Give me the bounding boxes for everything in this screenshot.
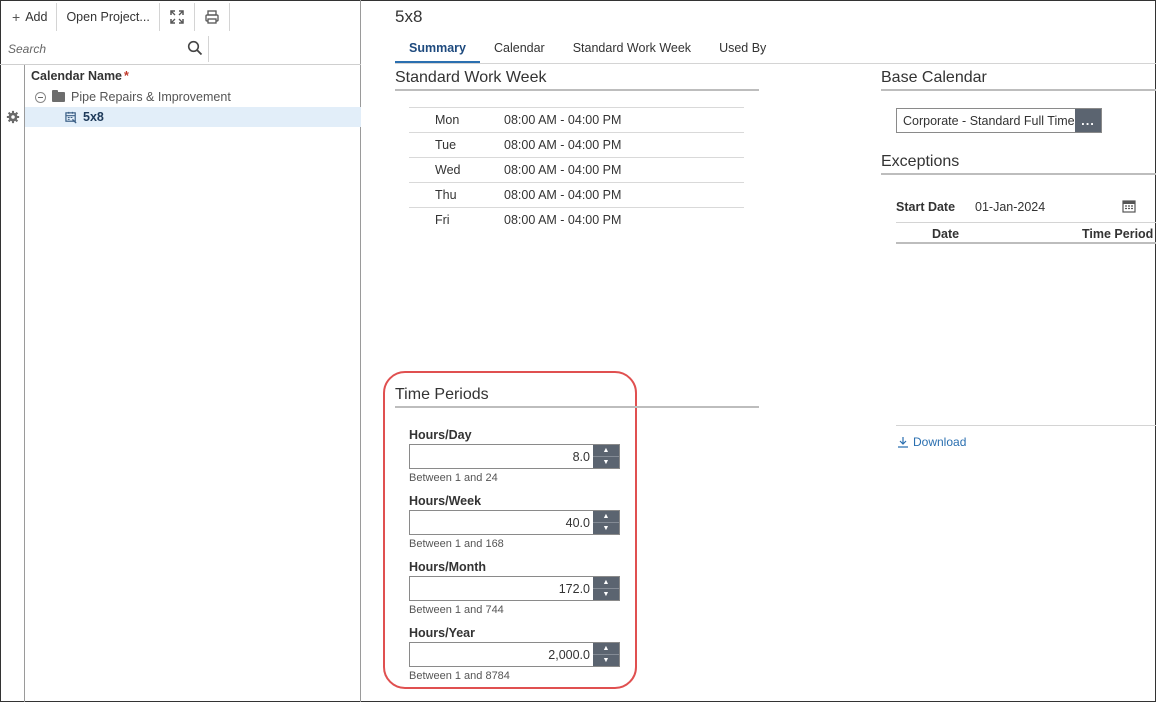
date-picker-icon[interactable]	[1122, 199, 1136, 213]
exceptions-title: Exceptions	[881, 153, 960, 170]
print-icon	[205, 10, 219, 24]
download-label: Download	[913, 435, 967, 449]
decrement-button[interactable]: ▼	[593, 523, 619, 534]
spinner-buttons: ▲ ▼	[593, 511, 619, 534]
open-project-label: Open Project...	[66, 10, 150, 24]
decrement-button[interactable]: ▼	[593, 589, 619, 600]
increment-button[interactable]: ▲	[593, 643, 619, 655]
start-date-value[interactable]: 01-Jan-2024	[975, 200, 1045, 214]
spinner-buttons: ▲ ▼	[593, 577, 619, 600]
base-calendar-field: Corporate - Standard Full Time ...	[896, 108, 1102, 133]
day-cell: Mon	[435, 113, 460, 127]
column-header-date[interactable]: Date	[932, 227, 959, 241]
hours-week-input[interactable]	[410, 511, 593, 534]
table-row: Tue 08:00 AM - 04:00 PM	[409, 132, 744, 157]
column-header-calendar-name[interactable]: Calendar Name *	[31, 69, 129, 83]
table-row: Thu 08:00 AM - 04:00 PM	[409, 182, 744, 207]
decrement-button[interactable]: ▼	[593, 655, 619, 666]
search-row	[0, 36, 209, 62]
expand-icon	[170, 10, 184, 24]
hours-day-input[interactable]	[410, 445, 593, 468]
table-row: Mon 08:00 AM - 04:00 PM	[409, 107, 744, 132]
table-row: Wed 08:00 AM - 04:00 PM	[409, 157, 744, 182]
spinner-buttons: ▲ ▼	[593, 445, 619, 468]
add-label: Add	[25, 10, 48, 24]
hours-year-hint: Between 1 and 8784	[409, 670, 510, 682]
hours-week-stepper: ▲ ▼	[409, 510, 620, 535]
hours-day-label: Hours/Day	[409, 428, 472, 442]
hours-month-stepper: ▲ ▼	[409, 576, 620, 601]
tab-used-by[interactable]: Used By	[705, 36, 780, 64]
hours-week-label: Hours/Week	[409, 494, 482, 508]
download-link[interactable]: Download	[897, 435, 966, 449]
section-divider	[881, 89, 1156, 91]
search-icon[interactable]	[187, 40, 203, 56]
exceptions-divider	[896, 222, 1156, 223]
hours-month-input[interactable]	[410, 577, 593, 600]
section-divider	[395, 406, 759, 408]
toolbar: + Add Open Project...	[0, 0, 361, 34]
hours-month-hint: Between 1 and 744	[409, 604, 504, 616]
browse-button[interactable]: ...	[1075, 109, 1101, 132]
hours-day-stepper: ▲ ▼	[409, 444, 620, 469]
add-button[interactable]: + Add	[0, 3, 58, 31]
tab-bar: Summary Calendar Standard Work Week Used…	[395, 36, 780, 64]
tab-calendar[interactable]: Calendar	[480, 36, 559, 64]
open-project-button[interactable]: Open Project...	[57, 3, 160, 31]
gear-icon[interactable]	[6, 110, 20, 124]
tabs-divider	[395, 63, 1156, 64]
hours-day-hint: Between 1 and 24	[409, 472, 498, 484]
calendar-tree: Calendar Name * Pipe Repairs & Improvemen…	[24, 65, 361, 702]
folder-label: Pipe Repairs & Improvement	[71, 90, 231, 104]
base-calendar-title: Base Calendar	[881, 69, 987, 86]
column-header-time-period[interactable]: Time Period	[1082, 227, 1153, 241]
left-panel: + Add Open Project... Search Calendar Na…	[0, 0, 361, 702]
calendar-icon	[65, 111, 77, 124]
exceptions-bottom-divider	[896, 425, 1156, 426]
section-divider	[881, 173, 1156, 175]
start-date-label: Start Date	[896, 200, 956, 214]
time-periods-title: Time Periods	[395, 386, 489, 403]
hours-year-input[interactable]	[410, 643, 593, 666]
day-cell: Thu	[435, 188, 457, 202]
page-title: 5x8	[395, 7, 423, 26]
folder-icon	[52, 90, 65, 102]
table-row: Fri 08:00 AM - 04:00 PM	[409, 207, 744, 232]
required-mark: *	[124, 69, 129, 83]
collapse-icon[interactable]	[35, 91, 46, 103]
day-cell: Tue	[435, 138, 457, 152]
increment-button[interactable]: ▲	[593, 511, 619, 523]
decrement-button[interactable]: ▼	[593, 457, 619, 468]
increment-button[interactable]: ▲	[593, 445, 619, 457]
hours-week-hint: Between 1 and 168	[409, 538, 504, 550]
tab-standard-work-week[interactable]: Standard Work Week	[559, 36, 705, 64]
column-header-label: Calendar Name	[31, 69, 123, 83]
hours-year-stepper: ▲ ▼	[409, 642, 620, 667]
exceptions-header-divider	[896, 242, 1156, 244]
time-cell: 08:00 AM - 04:00 PM	[504, 188, 622, 202]
print-button[interactable]	[195, 3, 230, 31]
day-cell: Fri	[435, 213, 450, 227]
tab-summary[interactable]: Summary	[395, 36, 480, 64]
hours-month-label: Hours/Month	[409, 560, 487, 574]
day-cell: Wed	[435, 163, 461, 177]
download-icon	[898, 437, 908, 448]
work-week-table: Mon 08:00 AM - 04:00 PM Tue 08:00 AM - 0…	[409, 107, 744, 232]
standard-work-week-title: Standard Work Week	[395, 69, 547, 86]
tree-selected-row[interactable]: 5x8	[25, 107, 361, 127]
time-cell: 08:00 AM - 04:00 PM	[504, 138, 622, 152]
time-cell: 08:00 AM - 04:00 PM	[504, 213, 622, 227]
base-calendar-value[interactable]: Corporate - Standard Full Time	[897, 109, 1075, 132]
time-cell: 08:00 AM - 04:00 PM	[504, 113, 622, 127]
section-divider	[395, 89, 759, 91]
plus-icon: +	[12, 9, 21, 25]
search-input[interactable]	[8, 40, 178, 58]
selected-calendar-label: 5x8	[83, 110, 104, 124]
expand-button[interactable]	[160, 3, 195, 31]
time-cell: 08:00 AM - 04:00 PM	[504, 163, 622, 177]
tree-folder-row[interactable]: Pipe Repairs & Improvement	[35, 90, 231, 104]
spinner-buttons: ▲ ▼	[593, 643, 619, 666]
hours-year-label: Hours/Year	[409, 626, 476, 640]
increment-button[interactable]: ▲	[593, 577, 619, 589]
